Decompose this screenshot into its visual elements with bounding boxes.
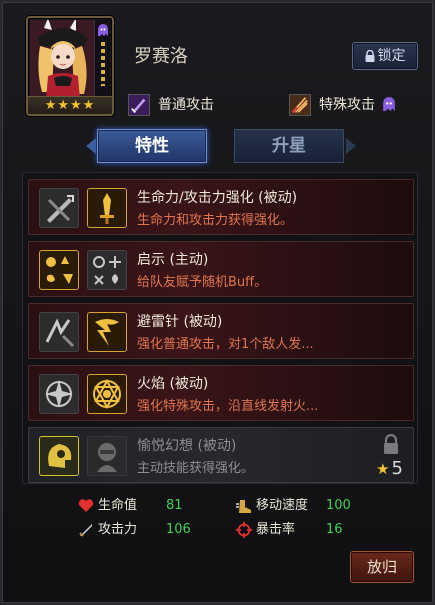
skill-row[interactable]: 启示 (主动) 给队友赋予随机Buff。 bbox=[28, 241, 414, 297]
swords-icon bbox=[39, 188, 79, 228]
tab-traits[interactable]: 特性 bbox=[97, 129, 207, 163]
skill-name: 避雷针 (被动) bbox=[137, 314, 223, 330]
stat-attack: 攻击力 106 bbox=[79, 521, 191, 539]
crosshair-icon bbox=[236, 522, 252, 538]
skill-row[interactable]: 避雷针 (被动) 强化普通攻击，对1个敌人发... bbox=[28, 303, 414, 359]
ghost-icon bbox=[383, 97, 396, 111]
portrait-side-bar bbox=[94, 20, 110, 100]
stat-crit-rate: 暴击率 16 bbox=[236, 521, 343, 539]
skill-name: 愉悦幻想 (被动) bbox=[137, 438, 237, 454]
skill-description: 主动技能获得强化。 bbox=[137, 461, 255, 476]
skill-description: 生命力和攻击力获得强化。 bbox=[137, 213, 294, 228]
ghost-icon bbox=[98, 24, 108, 36]
stat-hp: 生命值 81 bbox=[78, 497, 183, 515]
normal-attack-label: 普通攻击 bbox=[158, 97, 214, 113]
special-attack-icon bbox=[289, 94, 311, 116]
lock-button-label: 锁定 bbox=[377, 48, 406, 64]
special-attack: 特殊攻击 bbox=[289, 94, 396, 116]
compass-burst-icon bbox=[39, 374, 79, 414]
skill-description: 强化普通攻击，对1个敌人发... bbox=[137, 337, 314, 352]
hero-detail-panel: ★★★★ 罗赛洛 锁定 普通攻击 特殊攻击 特性 升星 生命力/攻击力强化 (被… bbox=[0, 0, 435, 605]
stat-value: 100 bbox=[326, 498, 351, 513]
buff-icon bbox=[87, 250, 127, 290]
hero-avatar bbox=[30, 20, 94, 100]
skill-row-locked[interactable]: 愉悦幻想 (被动) 主动技能获得强化。 ★ 5 bbox=[28, 427, 414, 483]
lightning-icon bbox=[87, 312, 127, 352]
tab-upgrade-star[interactable]: 升星 bbox=[234, 129, 344, 163]
stat-value: 106 bbox=[166, 522, 191, 537]
star-cost: ★ 5 bbox=[376, 458, 403, 479]
lightning-rod-icon bbox=[39, 312, 79, 352]
hero-name: 罗赛洛 bbox=[134, 46, 188, 67]
hero-portrait[interactable]: ★★★★ bbox=[26, 16, 114, 116]
stat-label: 暴击率 bbox=[256, 522, 296, 537]
stat-value: 81 bbox=[166, 498, 183, 513]
boot-icon bbox=[236, 500, 251, 513]
lock-button[interactable]: 锁定 bbox=[352, 42, 418, 70]
stat-label: 生命值 bbox=[98, 498, 138, 513]
revelation-icon bbox=[39, 250, 79, 290]
skill-name: 生命力/攻击力强化 (被动) bbox=[137, 190, 298, 206]
padlock-icon bbox=[384, 434, 398, 454]
release-button[interactable]: 放归 bbox=[350, 551, 414, 583]
skill-name: 火焰 (被动) bbox=[137, 376, 209, 392]
sword-icon bbox=[79, 524, 92, 537]
skill-row[interactable]: 生命力/攻击力强化 (被动) 生命力和攻击力获得强化。 bbox=[28, 179, 414, 235]
flame-hex-icon bbox=[87, 374, 127, 414]
skill-list: 生命力/攻击力强化 (被动) 生命力和攻击力获得强化。 启示 (主动) 给队友赋… bbox=[22, 172, 418, 484]
normal-attack-icon bbox=[128, 94, 150, 116]
stat-label: 移动速度 bbox=[256, 498, 309, 513]
level-pips bbox=[101, 42, 105, 86]
sword-upgrade-icon bbox=[87, 188, 127, 228]
star-cost-value: 5 bbox=[391, 458, 403, 479]
skill-description: 给队友赋予随机Buff。 bbox=[137, 275, 268, 290]
padlock-icon bbox=[365, 49, 374, 62]
tab-arrow-left-icon bbox=[86, 138, 96, 154]
tab-arrow-right-icon bbox=[346, 138, 356, 154]
stat-move-speed: 移动速度 100 bbox=[236, 497, 351, 515]
skill-name: 启示 (主动) bbox=[137, 252, 209, 268]
skill-row[interactable]: 火焰 (被动) 强化特殊攻击，沿直线发射火... bbox=[28, 365, 414, 421]
stat-label: 攻击力 bbox=[98, 522, 138, 537]
heart-icon bbox=[78, 499, 94, 512]
dream-head-icon bbox=[39, 436, 79, 476]
masked-figure-icon bbox=[87, 436, 127, 476]
special-attack-label: 特殊攻击 bbox=[319, 97, 375, 113]
normal-attack: 普通攻击 bbox=[128, 94, 214, 116]
stat-value: 16 bbox=[326, 522, 343, 537]
hero-star-rating: ★★★★ bbox=[28, 96, 112, 114]
skill-description: 强化特殊攻击，沿直线发射火... bbox=[137, 399, 319, 414]
star-icon: ★ bbox=[376, 460, 390, 478]
